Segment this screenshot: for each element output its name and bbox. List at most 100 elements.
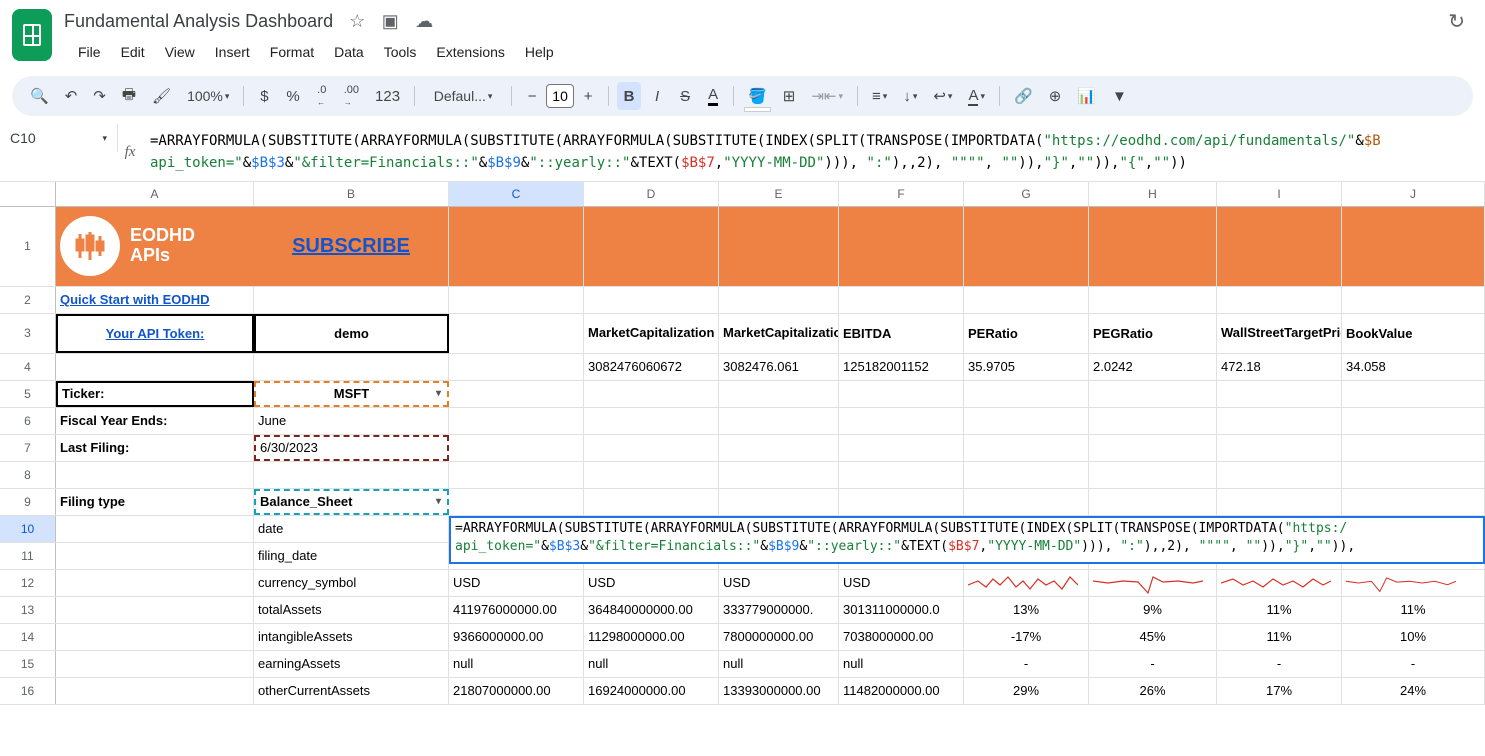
cell-I16[interactable]: 17% <box>1217 678 1342 704</box>
cell-B10[interactable]: date <box>254 516 449 542</box>
cell-G3[interactable]: PERatio <box>964 314 1089 353</box>
cell-E12[interactable]: USD <box>719 570 839 596</box>
cell-F15[interactable]: null <box>839 651 964 677</box>
cell-J9[interactable] <box>1342 489 1485 515</box>
row-header-9[interactable]: 9 <box>0 489 56 515</box>
in-cell-formula-editor[interactable]: =ARRAYFORMULA(SUBSTITUTE(ARRAYFORMULA(SU… <box>449 516 1485 564</box>
cell-C8[interactable] <box>449 462 584 488</box>
cell-F14[interactable]: 7038000000.00 <box>839 624 964 650</box>
cell-I6[interactable] <box>1217 408 1342 434</box>
cell-H13[interactable]: 9% <box>1089 597 1217 623</box>
cell-A4[interactable] <box>56 354 254 380</box>
cell-J1[interactable] <box>1342 207 1485 286</box>
col-header-E[interactable]: E <box>719 182 839 206</box>
cell-J15[interactable]: - <box>1342 651 1485 677</box>
undo-icon[interactable]: ↶ <box>59 82 84 110</box>
format-currency[interactable]: $ <box>252 82 276 110</box>
cell-E14[interactable]: 7800000000.00 <box>719 624 839 650</box>
italic-button[interactable]: I <box>645 82 669 110</box>
cell-A7[interactable]: Last Filing: <box>56 435 254 461</box>
cell-A12[interactable] <box>56 570 254 596</box>
cell-H16[interactable]: 26% <box>1089 678 1217 704</box>
row-header-12[interactable]: 12 <box>0 570 56 596</box>
cell-D1[interactable] <box>584 207 719 286</box>
cell-D2[interactable] <box>584 287 719 313</box>
menu-format[interactable]: Format <box>262 40 322 64</box>
cloud-icon[interactable]: ☁ <box>415 11 433 31</box>
cell-H4[interactable]: 2.0242 <box>1089 354 1217 380</box>
col-header-H[interactable]: H <box>1089 182 1217 206</box>
cell-I9[interactable] <box>1217 489 1342 515</box>
cell-J13[interactable]: 11% <box>1342 597 1485 623</box>
cell-F9[interactable] <box>839 489 964 515</box>
row-header-6[interactable]: 6 <box>0 408 56 434</box>
cell-B11[interactable]: filing_date <box>254 543 449 569</box>
col-header-G[interactable]: G <box>964 182 1089 206</box>
cell-I5[interactable] <box>1217 381 1342 407</box>
cell-D15[interactable]: null <box>584 651 719 677</box>
cell-F1[interactable] <box>839 207 964 286</box>
row-header-5[interactable]: 5 <box>0 381 56 407</box>
cell-H12-sparkline[interactable] <box>1089 570 1217 596</box>
cell-B15[interactable]: earningAssets <box>254 651 449 677</box>
format-number[interactable]: 123 <box>369 82 406 110</box>
cell-E5[interactable] <box>719 381 839 407</box>
menu-file[interactable]: File <box>70 40 109 64</box>
move-icon[interactable]: ▣ <box>382 11 399 31</box>
cell-I12-sparkline[interactable] <box>1217 570 1342 596</box>
cell-I1[interactable] <box>1217 207 1342 286</box>
cell-B7[interactable]: 6/30/2023 <box>254 435 449 461</box>
strikethrough-button[interactable]: S <box>673 82 697 110</box>
cell-D12[interactable]: USD <box>584 570 719 596</box>
cell-D9[interactable] <box>584 489 719 515</box>
cell-B2[interactable] <box>254 287 449 313</box>
cell-I8[interactable] <box>1217 462 1342 488</box>
cell-A2[interactable]: Quick Start with EODHD <box>56 287 254 313</box>
cell-B16[interactable]: otherCurrentAssets <box>254 678 449 704</box>
decrease-decimal[interactable]: .0← <box>310 82 334 110</box>
doc-title[interactable]: Fundamental Analysis Dashboard <box>64 11 333 32</box>
cell-H15[interactable]: - <box>1089 651 1217 677</box>
cell-I13[interactable]: 11% <box>1217 597 1342 623</box>
cell-I14[interactable]: 11% <box>1217 624 1342 650</box>
cell-H7[interactable] <box>1089 435 1217 461</box>
cell-G1[interactable] <box>964 207 1089 286</box>
cell-G13[interactable]: 13% <box>964 597 1089 623</box>
cell-E2[interactable] <box>719 287 839 313</box>
cell-E1[interactable] <box>719 207 839 286</box>
cell-D14[interactable]: 11298000000.00 <box>584 624 719 650</box>
fill-color-button[interactable]: 🪣 <box>742 82 773 110</box>
menu-insert[interactable]: Insert <box>207 40 258 64</box>
cell-I15[interactable]: - <box>1217 651 1342 677</box>
cell-F13[interactable]: 301311000000.0 <box>839 597 964 623</box>
cell-B3[interactable]: demo <box>254 314 449 353</box>
cell-E9[interactable] <box>719 489 839 515</box>
col-header-J[interactable]: J <box>1342 182 1485 206</box>
cell-J16[interactable]: 24% <box>1342 678 1485 704</box>
history-icon[interactable]: ↻ <box>1448 9 1473 34</box>
cell-H14[interactable]: 45% <box>1089 624 1217 650</box>
cell-B8[interactable] <box>254 462 449 488</box>
star-icon[interactable]: ☆ <box>349 11 365 31</box>
cell-E7[interactable] <box>719 435 839 461</box>
filter-button[interactable]: ▼ <box>1106 82 1133 110</box>
cell-H2[interactable] <box>1089 287 1217 313</box>
cell-G5[interactable] <box>964 381 1089 407</box>
menu-view[interactable]: View <box>157 40 203 64</box>
cell-G14[interactable]: -17% <box>964 624 1089 650</box>
cell-B14[interactable]: intangibleAssets <box>254 624 449 650</box>
row-header-7[interactable]: 7 <box>0 435 56 461</box>
search-icon[interactable]: 🔍 <box>24 82 55 110</box>
cell-F2[interactable] <box>839 287 964 313</box>
cell-J6[interactable] <box>1342 408 1485 434</box>
cell-C6[interactable] <box>449 408 584 434</box>
cell-D5[interactable] <box>584 381 719 407</box>
row-header-4[interactable]: 4 <box>0 354 56 380</box>
row-header-15[interactable]: 15 <box>0 651 56 677</box>
cell-B4[interactable] <box>254 354 449 380</box>
cell-B12[interactable]: currency_symbol <box>254 570 449 596</box>
cell-C12[interactable]: USD <box>449 570 584 596</box>
cell-G15[interactable]: - <box>964 651 1089 677</box>
cell-H3[interactable]: PEGRatio <box>1089 314 1217 353</box>
cell-I4[interactable]: 472.18 <box>1217 354 1342 380</box>
